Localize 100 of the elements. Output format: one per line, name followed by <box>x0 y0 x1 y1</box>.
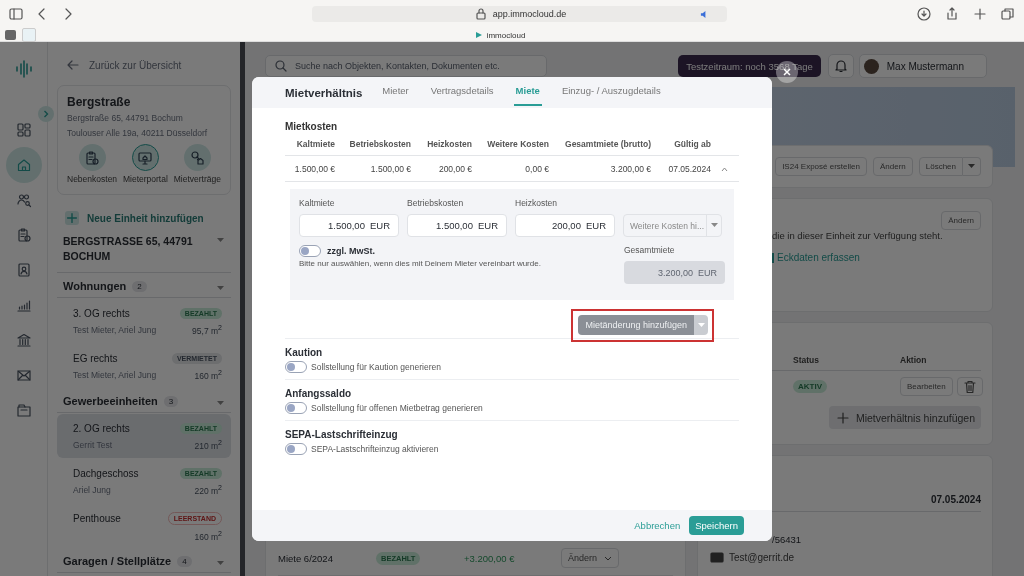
field-label: Kaltmiete <box>299 198 336 208</box>
notifications-button[interactable] <box>827 54 854 78</box>
table-cell-text: 200,00 € <box>437 164 472 174</box>
group-title[interactable]: Gewerbeeinheiten <box>63 395 158 407</box>
toggle-switch[interactable] <box>285 443 307 455</box>
email-address: Test@gerrit.de <box>729 551 795 563</box>
field-label: Betriebskosten <box>407 198 465 208</box>
people-icon <box>15 192 32 208</box>
column-header: Kaltmiete <box>295 139 335 149</box>
total-field: 3.200,00 EUR <box>624 261 725 284</box>
toggle-switch[interactable] <box>285 361 307 373</box>
dropdown-button[interactable] <box>694 315 708 335</box>
table-cell-text: 07.05.2024 <box>667 164 711 174</box>
column-header: Betriebskosten <box>348 139 411 149</box>
tab[interactable]: Miete <box>513 77 542 106</box>
add-tenancy-button[interactable]: Mietverhältnis hinzufügen <box>828 406 981 429</box>
table-cell-text: 1.500,00 € <box>369 164 411 174</box>
add-details-link[interactable]: Eckdaten erfassen <box>777 252 860 263</box>
unit-area: 95,7 m$^{2}$ <box>179 324 222 337</box>
plus-icon <box>65 210 79 226</box>
contact-card-icon <box>15 262 32 278</box>
clipboard-icon <box>15 227 32 243</box>
bank-icon <box>15 332 32 348</box>
column-header: Gesamtmiete (brutto) <box>564 139 651 149</box>
search-field[interactable]: Suche nach Objekten, Kontakten, Dokumenten etc. <box>265 55 547 77</box>
caret-icon <box>968 164 975 169</box>
option-title: Anfangssaldo <box>285 388 353 399</box>
delete-button[interactable] <box>956 377 983 396</box>
quick-link[interactable]: Mieterportal <box>122 144 168 184</box>
link-marker <box>772 252 774 263</box>
count-badge: 4 <box>177 555 192 567</box>
cancel-button[interactable]: Abbrechen <box>634 520 681 531</box>
column-header: Heizkosten <box>426 139 472 149</box>
share-icon <box>944 6 960 22</box>
expand-button[interactable] <box>38 106 54 122</box>
column-header: Weitere Kosten <box>486 139 549 149</box>
amount-field[interactable]: 1.500,00 EUR <box>407 214 507 237</box>
building-title: BERGSTRASSE 65, 44791 BOCHUM <box>63 234 194 264</box>
extra-costs-select[interactable]: Weitere Kosten hi... <box>623 214 722 237</box>
tab-title[interactable]: immocloud <box>486 30 526 40</box>
vat-toggle[interactable] <box>299 245 321 257</box>
unit-area: 220 m$^{2}$ <box>179 484 222 497</box>
toggle-label: Sollstellung für offenen Mietbetrag generieren <box>311 403 483 413</box>
amount-field[interactable]: 1.500,00 EUR <box>299 214 399 237</box>
chevron-up-icon[interactable] <box>721 166 728 172</box>
add-unit-button[interactable]: Neue Einheit hinzufügen <box>65 211 204 225</box>
plus-icon <box>972 6 988 22</box>
table-cell-text: 1.500,00 € <box>293 164 335 174</box>
column-header: Status <box>793 355 820 365</box>
tab[interactable]: Einzug- / Auszugdetails <box>559 77 663 106</box>
amount-field[interactable]: 200,00 EUR <box>515 214 615 237</box>
action-dropdown[interactable]: Ändern <box>561 548 619 568</box>
count-badge: 2 <box>132 280 147 292</box>
unit-name: Dachgeschoss <box>73 467 140 479</box>
toggle-label: Sollstellung für Kaution generieren <box>311 362 441 372</box>
group-title[interactable]: Garagen / Stellplätze <box>63 555 172 567</box>
dropdown-button[interactable] <box>963 157 981 176</box>
folder-icon <box>15 402 32 418</box>
unit-name: 3. OG rechts <box>73 307 131 319</box>
tab-icon[interactable] <box>5 30 16 40</box>
payment-label: Miete 6/2024 <box>278 552 334 564</box>
toggle-label: zzgl. MwSt. <box>327 246 375 256</box>
property-name: Bergstraße <box>67 95 132 109</box>
address-bar[interactable]: app.immocloud.de <box>312 6 727 22</box>
user-menu[interactable]: Max Mustermann <box>858 54 987 78</box>
sidebar-icon <box>8 6 24 22</box>
section-title: Mietkosten <box>285 121 339 132</box>
toggle-label: SEPA-Lastschrifteinzug aktivieren <box>311 444 439 454</box>
tenant-names: Ariel Jung <box>73 485 112 496</box>
save-button[interactable]: Speichern <box>689 516 744 535</box>
column-header: Aktion <box>900 355 928 365</box>
avatar-icon <box>863 58 879 74</box>
add-rent-change-button[interactable]: Mietänderung hinzufügen <box>578 315 694 335</box>
edit-button[interactable]: Ändern <box>872 157 913 176</box>
tabs-icon <box>1000 6 1016 22</box>
caret-icon <box>217 560 224 566</box>
edit-button[interactable]: Ändern <box>941 211 981 230</box>
option-title: SEPA-Lastschrifteinzug <box>285 429 399 440</box>
logo-icon[interactable] <box>13 59 34 79</box>
expose-button[interactable]: IS24 Exposé erstellen <box>775 157 867 176</box>
status-badge: AKTIV <box>793 380 827 393</box>
home-icon <box>15 157 32 173</box>
search-icon <box>273 58 289 74</box>
unit-area: 160 m$^{2}$ <box>171 369 222 382</box>
toggle-switch[interactable] <box>285 402 307 414</box>
nav-item[interactable] <box>5 147 42 183</box>
delete-button[interactable]: Löschen <box>918 157 963 176</box>
quick-link[interactable]: Mietverträge <box>173 144 221 184</box>
dashboard-icon <box>15 122 32 138</box>
phone-number: /56431 <box>772 534 803 545</box>
unit-name: EG rechts <box>73 352 119 364</box>
edit-button[interactable]: Bearbeiten <box>900 377 953 396</box>
group-title[interactable]: Wohnungen <box>63 280 127 292</box>
tab[interactable]: Vertragsdetails <box>428 77 496 106</box>
column-header: Gültig ab <box>673 139 711 149</box>
quick-link[interactable]: Nebenkosten <box>67 144 118 184</box>
back-link[interactable]: Zurück zur Übersicht <box>89 59 182 71</box>
tab[interactable]: Mieter <box>380 77 411 106</box>
table-cell-text: 0,00 € <box>524 164 549 174</box>
caret-icon <box>710 223 718 228</box>
